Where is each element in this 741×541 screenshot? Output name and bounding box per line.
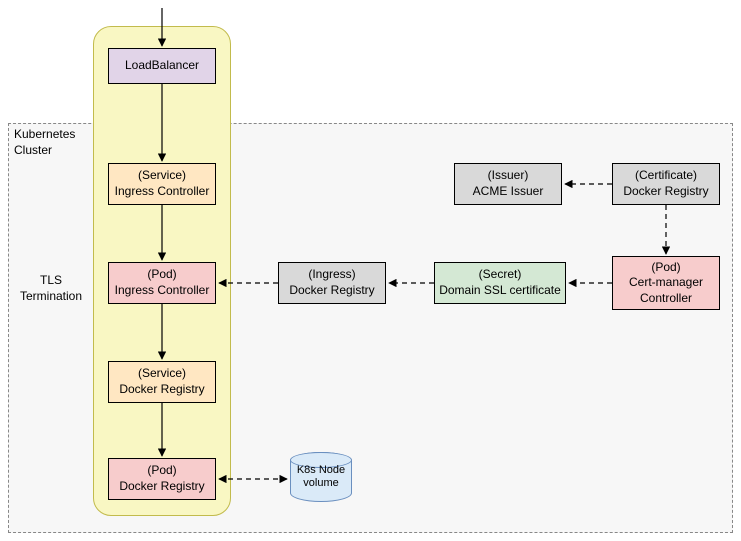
label-type: (Service) — [138, 168, 186, 184]
label-type: (Pod) — [147, 463, 176, 479]
label-type: (Certificate) — [635, 168, 697, 184]
label-name: Ingress Controller — [115, 184, 210, 200]
label-type: (Pod) — [147, 267, 176, 283]
label: LoadBalancer — [125, 58, 199, 74]
label-type: (Pod) — [651, 260, 680, 276]
label-type: (Secret) — [479, 267, 522, 283]
node-service-docker-registry: (Service) Docker Registry — [108, 361, 216, 403]
label-name: Domain SSL certificate — [439, 283, 561, 299]
label-name: ACME Issuer — [473, 184, 544, 200]
node-certificate-docker-registry: (Certificate) Docker Registry — [612, 163, 720, 205]
tls-termination-label: TLS Termination — [20, 273, 82, 304]
label-name: Ingress Controller — [115, 283, 210, 299]
kubernetes-cluster-label: Kubernetes Cluster — [14, 127, 75, 158]
label-name: Docker Registry — [119, 479, 204, 495]
node-service-ingress-controller: (Service) Ingress Controller — [108, 163, 216, 205]
node-k8s-volume: K8s Node volume — [290, 452, 352, 502]
text: TLS Termination — [20, 273, 82, 303]
node-secret-ssl: (Secret) Domain SSL certificate — [434, 262, 566, 304]
label-name: Cert-manager — [629, 275, 703, 291]
node-pod-ingress-controller: (Pod) Ingress Controller — [108, 262, 216, 304]
label-type: (Service) — [138, 366, 186, 382]
node-issuer-acme: (Issuer) ACME Issuer — [454, 163, 562, 205]
node-load-balancer: LoadBalancer — [108, 48, 216, 84]
label-l1: K8s Node — [297, 464, 345, 477]
label-name: Docker Registry — [623, 184, 708, 200]
label-name: Docker Registry — [289, 283, 374, 299]
node-pod-cert-manager: (Pod) Cert-manager Controller — [612, 256, 720, 310]
node-pod-docker-registry: (Pod) Docker Registry — [108, 458, 216, 500]
label-name2: Controller — [640, 291, 692, 307]
node-ingress-docker-registry: (Ingress) Docker Registry — [278, 262, 386, 304]
label-name: Docker Registry — [119, 382, 204, 398]
text: Kubernetes Cluster — [14, 127, 75, 157]
label-type: (Ingress) — [308, 267, 355, 283]
label-type: (Issuer) — [488, 168, 529, 184]
label-l2: volume — [303, 477, 338, 490]
